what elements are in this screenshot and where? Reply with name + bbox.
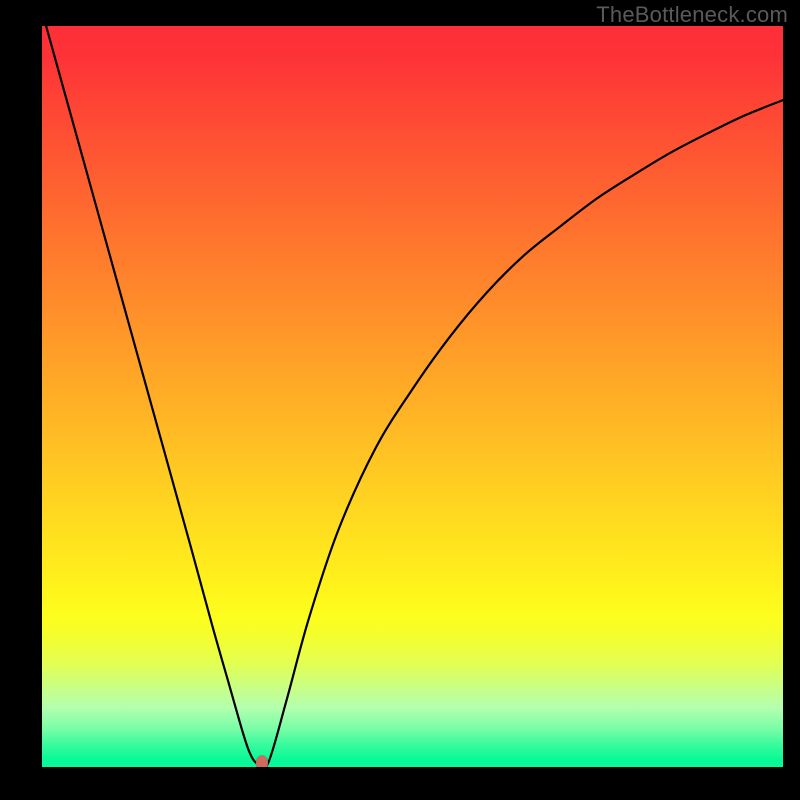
plot-area xyxy=(42,26,783,767)
chart-container: TheBottleneck.com xyxy=(0,0,800,800)
bottleneck-curve xyxy=(42,26,783,767)
curve-svg xyxy=(42,26,783,767)
watermark-text: TheBottleneck.com xyxy=(596,2,788,28)
minimum-marker xyxy=(256,756,268,767)
